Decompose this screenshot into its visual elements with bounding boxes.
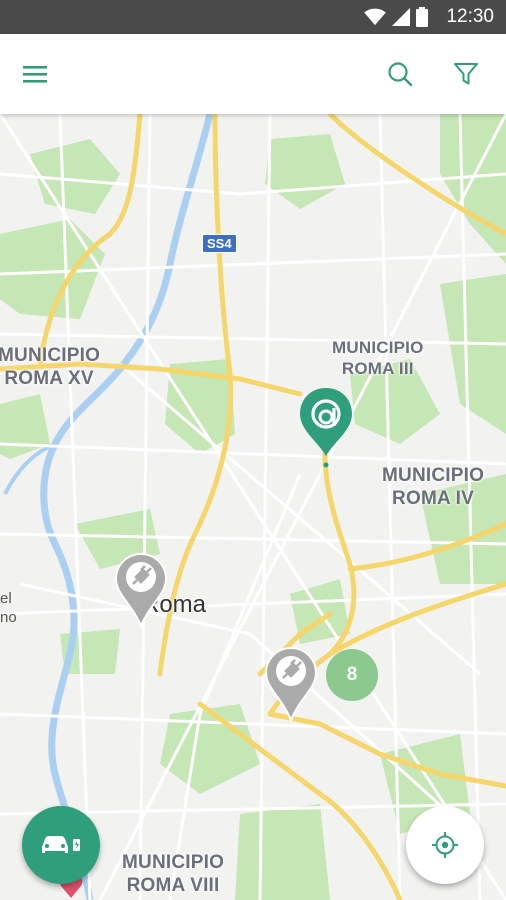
charging-plug-icon xyxy=(264,646,318,723)
signal-icon xyxy=(392,8,410,26)
place-label-partial: el no xyxy=(0,590,17,626)
charging-plug-icon xyxy=(114,552,168,629)
district-label-municipio-roma-iv: MUNICIPIO ROMA IV xyxy=(382,465,485,509)
status-bar: 12:30 xyxy=(0,0,506,34)
menu-icon xyxy=(23,66,47,83)
filter-button[interactable] xyxy=(446,54,486,94)
menu-button[interactable] xyxy=(15,54,55,94)
charging-station-marker[interactable] xyxy=(114,552,168,637)
search-icon xyxy=(388,62,413,87)
district-label-municipio-roma-iii: MUNICIPIO ROMA III xyxy=(332,338,424,378)
filter-icon xyxy=(454,63,478,85)
road-shield-ss4: SS4 xyxy=(202,234,237,253)
status-icons xyxy=(364,7,428,27)
my-location-icon xyxy=(432,832,458,858)
marker-cluster[interactable]: 8 xyxy=(326,649,378,701)
district-label-municipio-roma-xv: MUNICIPIO ROMA XV xyxy=(0,345,101,389)
district-label-municipio-roma-viii: MUNICIPIO ROMA VIII xyxy=(122,852,225,896)
app-bar xyxy=(0,34,506,114)
car-charging-icon xyxy=(42,836,80,853)
my-location-button[interactable] xyxy=(406,806,484,884)
charging-station-marker[interactable] xyxy=(264,646,318,731)
map-view[interactable]: SS4 MUNICIPIO ROMA XV MUNICIPIO ROMA III… xyxy=(0,114,506,900)
status-time: 12:30 xyxy=(446,6,494,27)
vehicle-mode-button[interactable] xyxy=(22,806,100,884)
battery-icon xyxy=(416,7,428,27)
wifi-icon xyxy=(364,8,386,26)
brand-a-icon xyxy=(300,388,352,468)
search-button[interactable] xyxy=(380,54,420,94)
brand-marker-a[interactable] xyxy=(298,386,354,475)
